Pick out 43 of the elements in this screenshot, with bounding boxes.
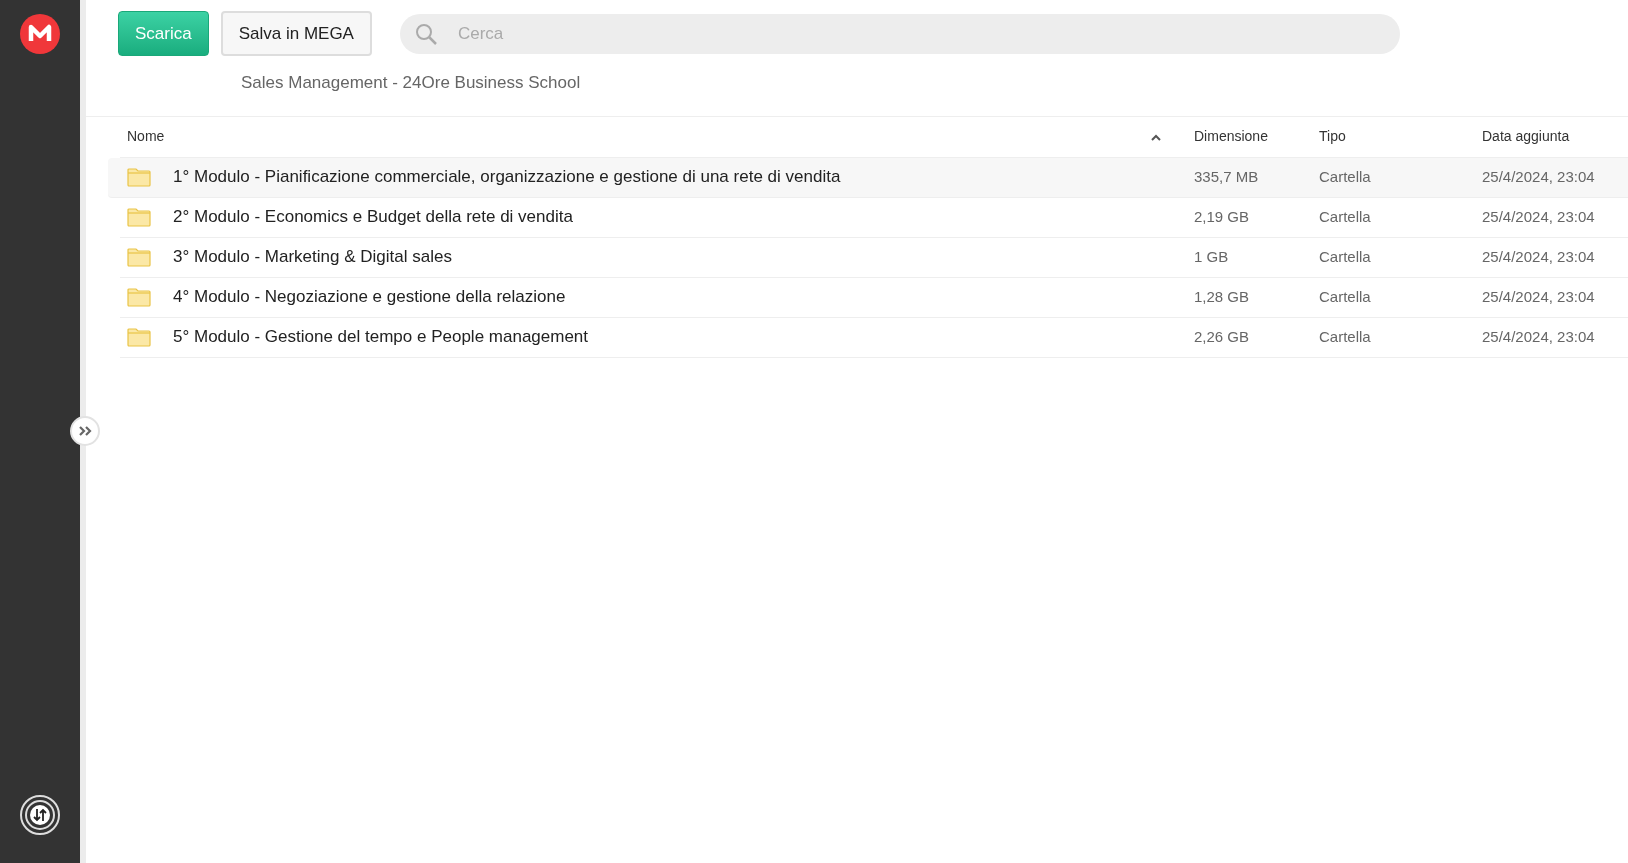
date-cell-text: 25/4/2024, 23:04 [1482, 286, 1596, 307]
search-field[interactable]: Cerca [399, 13, 1400, 54]
folder-row[interactable]: 5° Modulo - Gestione del tempo e People management 2,26 GB Cartella 25/4/2024, 23:04 [120, 317, 1628, 358]
column-header[interactable]: Data aggiunta [1482, 126, 1570, 147]
size-cell-text: 2,19 GB [1194, 206, 1251, 227]
size-cell-text: 1 GB [1194, 246, 1230, 267]
size-cell-text: 1,28 GB [1194, 286, 1251, 307]
folder-row[interactable]: 3° Modulo - Marketing & Digital sales 1 GB Cartella 25/4/2024, 23:04 [120, 237, 1628, 278]
double-chevron-icon [78, 426, 92, 436]
date-cell-text: 25/4/2024, 23:04 [1482, 246, 1596, 267]
folder-icon [127, 207, 151, 227]
folder-icon [127, 247, 151, 267]
logo-icon[interactable] [20, 14, 60, 54]
folder-row[interactable]: 1° Modulo - Pianificazione commerciale, organizzazione e gestione di una rete di vendita 335,7 MB Cartella 25/4/2024, 23:04 [108, 157, 1628, 198]
folder-name: 3° Modulo - Marketing & Digital sales [173, 246, 452, 269]
search-icon [413, 21, 438, 46]
column-header[interactable]: Tipo [1319, 126, 1346, 147]
folder-icon [127, 327, 151, 347]
column-header[interactable]: Dimensione [1194, 126, 1268, 147]
type-cell-text: Cartella [1319, 206, 1372, 227]
folder-name: 1° Modulo - Pianificazione commerciale, organizzazione e gestione di una rete di vendita [173, 166, 841, 189]
size-cell-text: 2,26 GB [1194, 326, 1251, 347]
date-cell-text: 25/4/2024, 23:04 [1482, 166, 1596, 187]
date-cell-text: 25/4/2024, 23:04 [1482, 326, 1596, 347]
breadcrumb: Sales Management - 24Ore Business School [241, 73, 581, 92]
type-cell-text: Cartella [1319, 326, 1372, 347]
date-cell-text: 25/4/2024, 23:04 [1482, 206, 1596, 227]
folder-row[interactable]: 4° Modulo - Negoziazione e gestione della relazione 1,28 GB Cartella 25/4/2024, 23:04 [120, 277, 1628, 318]
expand-sidebar-button[interactable] [70, 416, 100, 446]
folder-name: 2° Modulo - Economics e Budget della rete di vendita [173, 206, 573, 229]
folder-row[interactable]: 2° Modulo - Economics e Budget della rete di vendita 2,19 GB Cartella 25/4/2024, 23:04 [120, 197, 1628, 238]
folder-name: 4° Modulo - Negoziazione e gestione della relazione [173, 286, 566, 309]
transfer-icon[interactable] [20, 795, 60, 835]
save-button[interactable]: Salva in MEGA [220, 11, 372, 56]
folder-icon [127, 287, 151, 307]
type-cell-text: Cartella [1319, 246, 1372, 267]
folder-icon [127, 167, 151, 187]
folder-name: 5° Modulo - Gestione del tempo e People management [173, 326, 589, 349]
size-cell-text: 335,7 MB [1194, 166, 1260, 187]
sort-caret-icon[interactable] [1150, 132, 1162, 141]
type-cell-text: Cartella [1319, 286, 1372, 307]
type-cell-text: Cartella [1319, 166, 1372, 187]
column-header[interactable]: Nome [127, 126, 165, 147]
